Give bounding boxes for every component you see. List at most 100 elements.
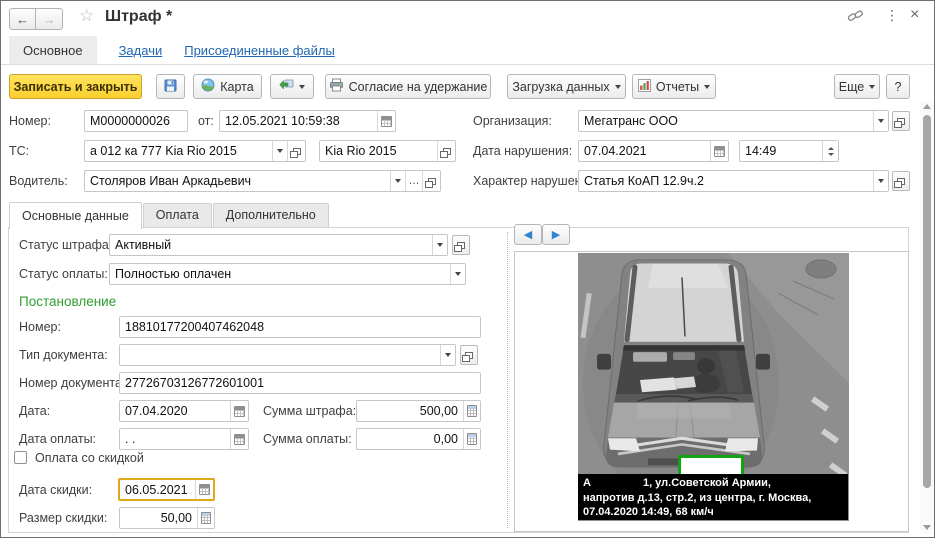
dropdown-button[interactable] [440, 345, 455, 365]
calculator-button[interactable] [463, 429, 480, 449]
save-button[interactable] [156, 74, 185, 99]
scroll-up-icon[interactable] [923, 104, 931, 109]
calendar-button[interactable] [710, 141, 728, 161]
vehicle-open-button[interactable] [287, 141, 305, 161]
caption-line-2: напротив д.13, стр.2, из центра, г. Моск… [583, 491, 843, 506]
favorite-star-icon[interactable] [79, 6, 94, 26]
dropdown-caret-icon [869, 85, 875, 89]
date-input[interactable]: 07.04.2020 [119, 400, 249, 422]
spin-down-icon [828, 153, 834, 156]
open-icon [897, 118, 905, 125]
datetime-input[interactable]: 12.05.2021 10:59:38 [219, 110, 396, 132]
exchange-button[interactable] [270, 74, 314, 99]
res-number-input[interactable]: 18810177200407462048 [119, 316, 481, 338]
help-button[interactable]: ? [886, 74, 910, 99]
tab-attached-files[interactable]: Присоединенные файлы [184, 36, 335, 64]
dropdown-button[interactable] [432, 235, 447, 255]
violation-date-input[interactable]: 07.04.2021 [578, 140, 729, 162]
fine-sum-input[interactable]: 500,00 [356, 400, 481, 422]
discount-size-input[interactable]: 50,00 [119, 507, 215, 529]
calculator-button[interactable] [197, 508, 214, 528]
tab-main[interactable]: Основное [9, 36, 97, 64]
printer-icon [329, 78, 344, 95]
tab-payment[interactable]: Оплата [143, 203, 212, 227]
discount-checkbox-label: Оплата со скидкой [35, 450, 144, 466]
tab-tasks[interactable]: Задачи [119, 36, 163, 64]
caption-line-3: 07.04.2020 14:49, 68 км/ч [583, 505, 843, 520]
pay-date-input[interactable]: . . [119, 428, 249, 450]
pay-sum-label: Сумма оплаты: [263, 428, 352, 450]
fine-window: Штраф * Основное Задачи Присоединенные ф… [0, 0, 935, 538]
pay-status-combo[interactable]: Полностью оплачен [109, 263, 466, 285]
chevron-down-icon [455, 272, 461, 276]
driver-choose-button[interactable]: … [405, 171, 422, 191]
driver-combo[interactable]: Столяров Иван Аркадьевич … [84, 170, 441, 192]
reports-button[interactable]: Отчеты [632, 74, 716, 99]
chevron-down-icon [445, 353, 451, 357]
forward-button[interactable] [36, 8, 63, 30]
consent-print-button[interactable]: Согласие на удержание [325, 74, 491, 99]
photo-next-button[interactable] [542, 224, 570, 245]
tab-additional[interactable]: Дополнительно [213, 203, 329, 227]
calendar-icon [381, 116, 392, 127]
fine-status-combo[interactable]: Активный [109, 234, 448, 256]
calendar-button[interactable] [195, 480, 213, 499]
pay-date-label: Дата оплаты: [19, 428, 96, 450]
calendar-button[interactable] [230, 429, 248, 449]
number-label: Номер: [9, 110, 51, 132]
calculator-icon [467, 433, 477, 445]
discount-checkbox[interactable] [14, 451, 27, 464]
arrow-left-icon [524, 228, 532, 241]
dropdown-button[interactable] [272, 141, 287, 161]
calculator-button[interactable] [463, 401, 480, 421]
calendar-button[interactable] [230, 401, 248, 421]
model-open-button[interactable] [437, 141, 455, 161]
res-number-label: Номер: [19, 316, 61, 338]
map-button[interactable]: Карта [193, 74, 262, 99]
pay-status-label: Статус оплаты: [19, 263, 108, 285]
more-button[interactable]: Еще [834, 74, 880, 99]
discount-date-input[interactable]: 06.05.2021 [118, 478, 215, 501]
dropdown-button[interactable] [450, 264, 465, 284]
violation-kind-open-button[interactable] [892, 171, 910, 191]
driver-label: Водитель: [9, 170, 68, 192]
doc-number-input[interactable]: 27726703126772601001 [119, 372, 481, 394]
fine-status-label: Статус штрафа: [19, 234, 112, 256]
arrow-right-icon [552, 228, 560, 241]
dropdown-button[interactable] [873, 111, 888, 131]
tab-main-data[interactable]: Основные данные [9, 202, 142, 229]
violation-kind-combo[interactable]: Статья КоАП 12.9ч.2 [578, 170, 889, 192]
dropdown-caret-icon [615, 85, 621, 89]
number-input[interactable]: М0000000026 [84, 110, 188, 132]
violation-photo: А1, ул.Советской Армии, напротив д.13, с… [578, 253, 849, 521]
time-spinner[interactable] [822, 141, 838, 161]
scrollbar-thumb[interactable] [923, 115, 931, 488]
save-close-button[interactable]: Записать и закрыть [9, 74, 142, 99]
panel-splitter[interactable] [507, 232, 508, 528]
photo-prev-button[interactable] [514, 224, 542, 245]
driver-open-button[interactable] [422, 171, 440, 191]
vehicle-model-field[interactable]: Kia Rio 2015 [319, 140, 456, 162]
calendar-button[interactable] [377, 111, 395, 131]
doc-number-label: Номер документа: [19, 372, 125, 394]
kebab-menu-icon[interactable] [885, 7, 899, 24]
get-link-icon[interactable] [847, 8, 864, 29]
dropdown-button[interactable] [873, 171, 888, 191]
org-open-button[interactable] [892, 111, 910, 131]
violation-time-input[interactable]: 14:49 [739, 140, 839, 162]
dropdown-button[interactable] [390, 171, 405, 191]
chevron-down-icon [878, 119, 884, 123]
open-icon [293, 148, 301, 155]
load-data-button[interactable]: Загрузка данных [507, 74, 626, 99]
fine-status-open-button[interactable] [452, 235, 470, 255]
calendar-icon [234, 406, 245, 417]
doc-type-open-button[interactable] [460, 345, 478, 365]
org-combo[interactable]: Мегатранс ООО [578, 110, 889, 132]
history-nav [9, 8, 63, 30]
back-button[interactable] [9, 8, 36, 30]
vehicle-combo[interactable]: а 012 ка 777 Kia Rio 2015 [84, 140, 306, 162]
doc-type-combo[interactable] [119, 344, 456, 366]
scroll-down-icon[interactable] [923, 525, 931, 530]
pay-sum-input[interactable]: 0,00 [356, 428, 481, 450]
close-icon[interactable] [910, 6, 919, 24]
